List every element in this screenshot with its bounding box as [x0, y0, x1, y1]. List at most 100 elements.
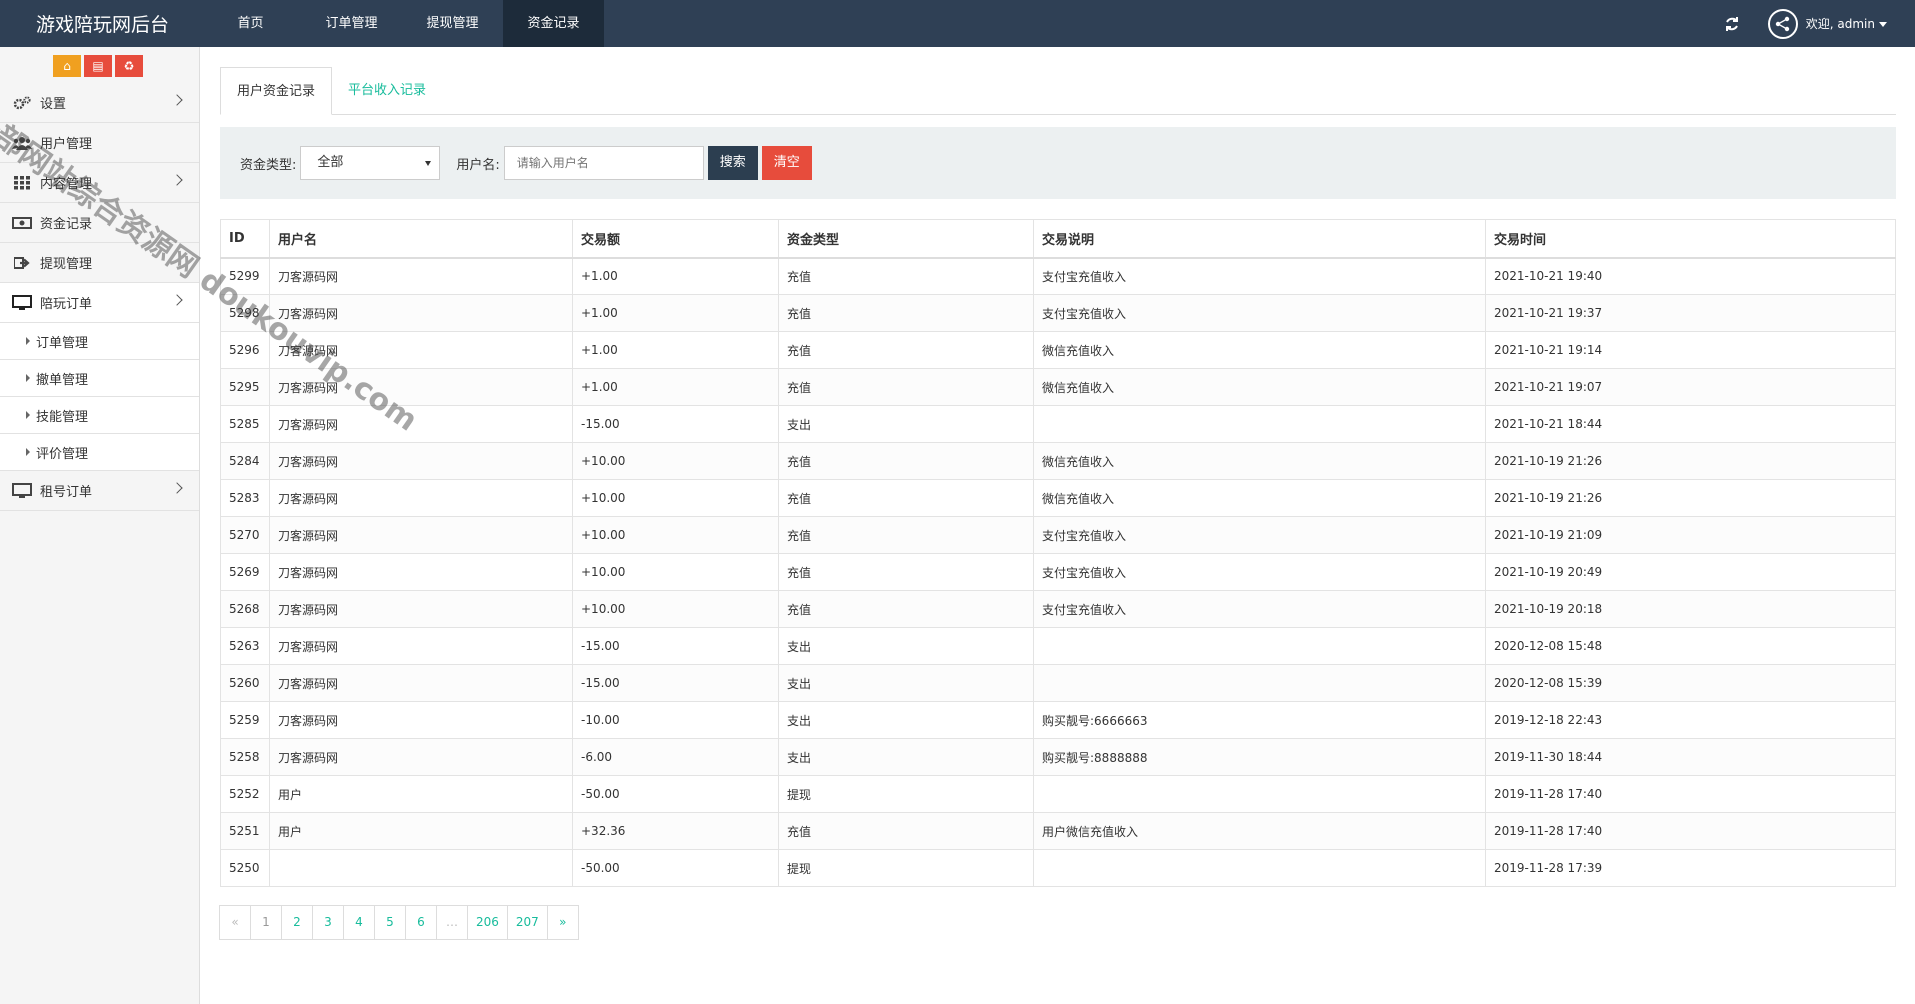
cell-time: 2019-12-18 22:43 [1485, 701, 1896, 739]
cell-description: 微信充值收入 [1033, 368, 1486, 406]
cell-type: 充值 [778, 590, 1034, 628]
nav-orders[interactable]: 订单管理 [301, 0, 402, 47]
clear-button[interactable]: 清空 [761, 146, 812, 180]
username-label: 用户名: [456, 157, 500, 173]
cell-time: 2019-11-28 17:39 [1485, 849, 1896, 887]
search-button[interactable]: 搜索 [707, 146, 758, 180]
cell-time: 2019-11-30 18:44 [1485, 738, 1896, 776]
caret-right-icon [26, 337, 30, 345]
cell-amount: -15.00 [572, 627, 779, 665]
recycle-icon[interactable]: ♻ [115, 55, 143, 77]
cell-description: 支付宝充值收入 [1033, 294, 1486, 332]
refresh-icon[interactable] [1722, 14, 1742, 34]
cell-amount: +1.00 [572, 257, 779, 295]
cell-username: 刀客源码网 [269, 738, 573, 776]
page-link[interactable]: … [436, 905, 468, 940]
tab-user-funds[interactable]: 用户资金记录 [220, 67, 333, 115]
sidebar-subitem-cancel-manage[interactable]: 撤单管理 [0, 360, 199, 397]
page-link[interactable]: 206 [467, 905, 508, 940]
type-select[interactable]: 全部 [300, 146, 441, 180]
page-link[interactable]: 1 [250, 905, 282, 940]
page-link[interactable]: 3 [312, 905, 344, 940]
cell-description: 支付宝充值收入 [1033, 590, 1486, 628]
chevron-right-icon [171, 482, 183, 494]
nav-funds[interactable]: 资金记录 [503, 0, 604, 47]
sidebar-subitem-label: 撤单管理 [36, 372, 89, 388]
cell-amount: +10.00 [572, 590, 779, 628]
table-row: 5283 刀客源码网 +10.00 充值 微信充值收入 2021-10-19 21:26 [220, 479, 1896, 517]
cell-id: 5283 [220, 479, 270, 517]
page-next[interactable]: » [546, 905, 579, 940]
page-prev[interactable]: « [219, 905, 251, 940]
table-row: 5299 刀客源码网 +1.00 充值 支付宝充值收入 2021-10-21 19:40 [220, 257, 1896, 295]
cell-amount: +10.00 [572, 516, 779, 554]
username-input[interactable] [503, 146, 704, 180]
cell-amount: +10.00 [572, 442, 779, 480]
cell-type: 支出 [778, 627, 1034, 665]
cell-type: 充值 [778, 442, 1034, 480]
top-right: 欢迎, admin [1722, 0, 1887, 47]
sidebar-item-rental-orders[interactable]: 租号订单 [0, 471, 199, 511]
sidebar-item-companion-orders[interactable]: 陪玩订单 [0, 283, 199, 323]
sidebar-item-settings[interactable]: 设置 [0, 83, 199, 123]
chevron-right-icon [171, 174, 183, 186]
sidebar-item-label: 提现管理 [40, 257, 93, 272]
user-menu[interactable]: 欢迎, admin [1806, 15, 1887, 32]
cell-username: 刀客源码网 [269, 368, 573, 406]
caret-right-icon [26, 448, 30, 456]
nav-withdraw[interactable]: 提现管理 [402, 0, 503, 47]
sidebar-subitem-label: 评价管理 [36, 446, 89, 462]
pagination: «1 2 3 4 5 6… 206 207» [219, 905, 1896, 940]
type-select-value: 全部 [317, 155, 344, 170]
sidebar-item-users[interactable]: 用户管理 [0, 123, 199, 163]
brand-title[interactable]: 游戏陪玩网后台 [0, 10, 200, 37]
cell-id: 5269 [220, 553, 270, 591]
cell-amount: +1.00 [572, 368, 779, 406]
sidebar-item-label: 设置 [40, 97, 67, 112]
cell-description: 微信充值收入 [1033, 331, 1486, 369]
cell-id: 5285 [220, 405, 270, 443]
page-link[interactable]: 6 [405, 905, 437, 940]
sidebar-item-content[interactable]: 内容管理 [0, 163, 199, 203]
cell-username: 刀客源码网 [269, 516, 573, 554]
nav-home[interactable]: 首页 [200, 0, 301, 47]
caret-down-icon [1879, 22, 1887, 27]
cell-id: 5263 [220, 627, 270, 665]
sidebar-item-funds[interactable]: 资金记录 [0, 203, 199, 243]
page-link[interactable]: 4 [343, 905, 375, 940]
sidebar-item-label: 陪玩订单 [40, 297, 93, 312]
sidebar-subitem-review-manage[interactable]: 评价管理 [0, 434, 199, 471]
cell-amount: -50.00 [572, 849, 779, 887]
cell-type: 支出 [778, 701, 1034, 739]
cell-amount: +1.00 [572, 331, 779, 369]
page-link[interactable]: 2 [281, 905, 313, 940]
cell-description [1033, 849, 1486, 887]
cell-time: 2021-10-21 18:44 [1485, 405, 1896, 443]
cell-username: 刀客源码网 [269, 590, 573, 628]
type-label: 资金类型: [240, 157, 297, 173]
sidebar-subitem-order-manage[interactable]: 订单管理 [0, 323, 199, 360]
cell-description [1033, 627, 1486, 665]
cell-username: 刀客源码网 [269, 257, 573, 295]
cell-type: 提现 [778, 849, 1034, 887]
home-icon[interactable]: ⌂ [53, 55, 81, 77]
sidebar-item-label: 租号订单 [40, 485, 93, 500]
page-link[interactable]: 5 [374, 905, 406, 940]
cell-amount: -15.00 [572, 405, 779, 443]
cell-amount: +10.00 [572, 553, 779, 591]
cell-time: 2019-11-28 17:40 [1485, 775, 1896, 813]
tab-platform-income[interactable]: 平台收入记录 [332, 67, 442, 115]
caret-right-icon [26, 411, 30, 419]
dropdown-arrow-icon [425, 161, 432, 166]
trash-icon[interactable]: ▤ [84, 55, 112, 77]
cell-username: 用户 [269, 775, 573, 813]
sidebar-item-withdraw[interactable]: 提现管理 [0, 243, 199, 283]
sidebar-subitem-skill-manage[interactable]: 技能管理 [0, 397, 199, 434]
table-row: 5295 刀客源码网 +1.00 充值 微信充值收入 2021-10-21 19:07 [220, 368, 1896, 406]
cell-description: 支付宝充值收入 [1033, 516, 1486, 554]
page-link[interactable]: 207 [506, 905, 548, 940]
cell-username: 刀客源码网 [269, 627, 573, 665]
cell-description [1033, 664, 1486, 702]
cell-id: 5258 [220, 738, 270, 776]
avatar[interactable] [1767, 8, 1798, 39]
